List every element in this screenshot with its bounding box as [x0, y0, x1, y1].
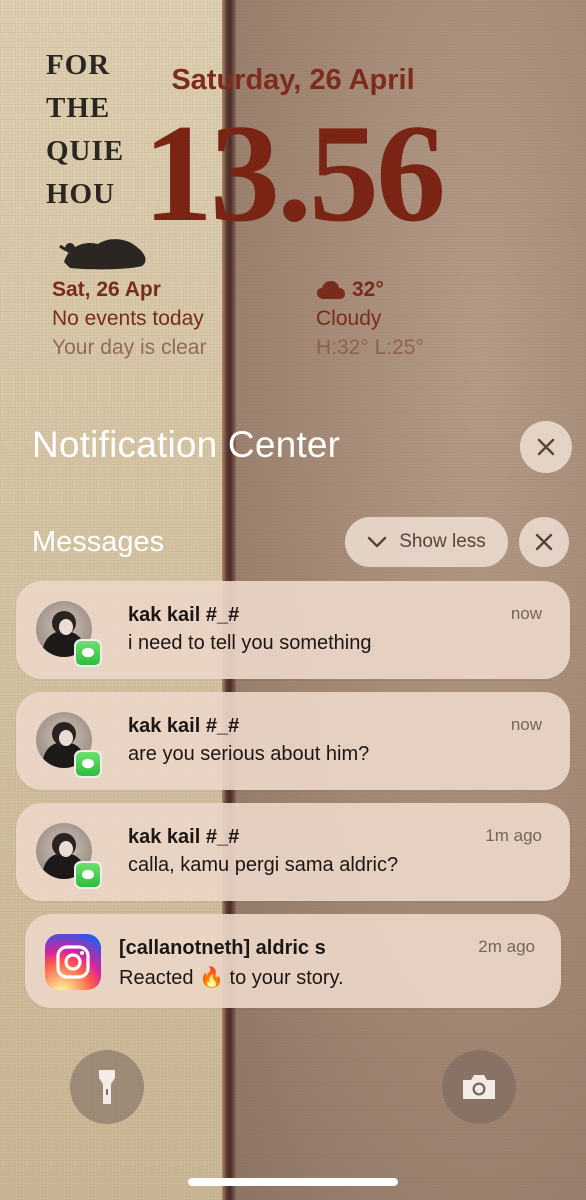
clear-messages-button[interactable] [519, 517, 569, 567]
clear-all-button[interactable] [520, 421, 572, 473]
notification-body: i need to tell you something [128, 632, 372, 654]
notification-body: calla, kamu pergi sama aldric? [128, 854, 399, 876]
show-less-button[interactable]: Show less [345, 517, 508, 567]
lockscreen-time: 13.56 [143, 96, 446, 251]
calendar-widget-date: Sat, 26 Apr [52, 278, 161, 301]
notification-card[interactable]: kak kail #_# are you serious about him? … [16, 692, 570, 790]
show-less-label: Show less [399, 531, 486, 552]
flashlight-button[interactable] [70, 1050, 144, 1124]
notification-sender: kak kail #_# [128, 715, 240, 737]
instagram-glyph-icon [56, 945, 90, 979]
calendar-widget-subtitle: Your day is clear [52, 336, 207, 359]
camera-button[interactable] [442, 1050, 516, 1124]
notification-time: now [510, 604, 542, 623]
notification-time: now [510, 715, 542, 734]
notification-sender: kak kail #_# [128, 826, 240, 848]
lockscreen-date: Saturday, 26 April [171, 64, 415, 96]
avatar [36, 823, 102, 889]
cloud-icon [317, 281, 345, 299]
notification-card[interactable]: kak kail #_# calla, kamu pergi sama aldr… [16, 803, 570, 901]
camera-icon [463, 1075, 495, 1099]
notification-card[interactable]: kak kail #_# i need to tell you somethin… [16, 581, 570, 679]
calendar-widget[interactable]: Sat, 26 Apr No events today Your day is … [52, 278, 206, 360]
notification-center-title: Notification Center [32, 424, 341, 465]
weather-temperature: 32° [352, 278, 384, 301]
messages-group-title: Messages [32, 526, 165, 558]
messages-app-icon [74, 750, 102, 778]
avatar [36, 712, 102, 778]
notification-time: 1m ago [485, 826, 542, 845]
avatar [36, 601, 102, 667]
weather-condition: Cloudy [316, 307, 382, 330]
instagram-app-icon [45, 934, 101, 990]
calendar-widget-events: No events today [52, 307, 204, 330]
close-icon [535, 533, 553, 551]
notification-sender: [callanotneth] aldric s [119, 937, 326, 959]
weather-widget[interactable]: 32° Cloudy H:32° L:25° [316, 278, 424, 360]
chevron-down-icon [367, 536, 387, 548]
messages-app-icon [74, 861, 102, 889]
weather-range: H:32° L:25° [316, 336, 424, 359]
notification-sender: kak kail #_# [128, 604, 240, 626]
close-icon [537, 438, 555, 456]
home-indicator[interactable] [188, 1178, 398, 1186]
notification-card[interactable]: [callanotneth] aldric s Reacted 🔥 to you… [25, 914, 561, 1008]
notification-body: are you serious about him? [128, 743, 370, 765]
notification-time: 2m ago [478, 937, 535, 956]
flashlight-icon [99, 1070, 115, 1104]
notification-body: Reacted 🔥 to your story. [119, 967, 344, 989]
messages-app-icon [74, 639, 102, 667]
